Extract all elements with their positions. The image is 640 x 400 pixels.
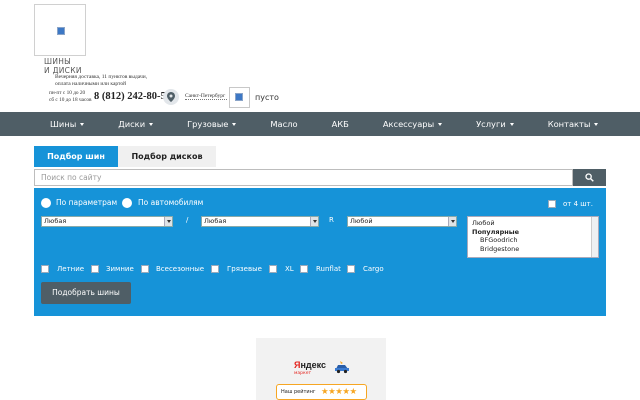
- rating-stars-icon: ★★★★★: [321, 387, 357, 397]
- main-nav: Шины Диски Грузовые Масло АКБ Аксессуары…: [0, 112, 640, 136]
- radio-by-params[interactable]: [41, 198, 51, 208]
- chevron-down-icon: [310, 217, 318, 226]
- broken-image-icon: [57, 27, 65, 35]
- phone-number[interactable]: 8 (812) 242-80-50: [94, 91, 171, 102]
- runflat-label: Runflat: [316, 265, 341, 273]
- city-underline: [185, 99, 227, 100]
- xl-label: XL: [285, 265, 294, 273]
- cart-status[interactable]: пусто: [255, 93, 279, 102]
- radio-by-params-label: По параметрам: [56, 198, 118, 207]
- nav-label: Услуги: [476, 119, 506, 129]
- all-season-checkbox[interactable]: [141, 265, 149, 273]
- yandex-logo: Яндекс: [294, 360, 326, 370]
- radio-by-auto[interactable]: [122, 198, 132, 208]
- mud-label: Грязевые: [227, 265, 262, 273]
- nav-label: АКБ: [331, 119, 349, 129]
- logo-image[interactable]: [34, 4, 86, 56]
- width-select[interactable]: Любая: [41, 216, 173, 227]
- tagline-line-2: оплата наличными или картой: [55, 81, 127, 87]
- qty-checkbox[interactable]: [548, 200, 556, 208]
- nav-item-tires[interactable]: Шины: [33, 112, 101, 136]
- rating-badge: Наш рейтинг ★★★★★: [276, 384, 367, 400]
- tagline: Вечерняя доставка, 11 пунктов выдачи, оп…: [55, 74, 147, 88]
- caret-down-icon: [80, 123, 85, 126]
- nav-label: Контакты: [547, 119, 591, 129]
- tab-tire-selection[interactable]: Подбор шин: [34, 146, 118, 167]
- list-item[interactable]: BFGoodrich: [472, 236, 594, 245]
- width-value: Любая: [44, 217, 67, 225]
- caret-down-icon: [232, 123, 237, 126]
- caret-down-icon: [509, 123, 514, 126]
- yandex-logo-rest: ндекс: [300, 360, 327, 370]
- nav-label: Диски: [118, 119, 146, 129]
- caret-down-icon: [438, 123, 443, 126]
- list-item[interactable]: Bridgestone: [472, 245, 594, 254]
- cart-icon: [235, 93, 243, 101]
- tagline-line-1: Вечерняя доставка, 11 пунктов выдачи,: [55, 74, 148, 80]
- nav-item-services[interactable]: Услуги: [459, 112, 531, 136]
- list-item[interactable]: Любой: [472, 219, 594, 228]
- chevron-down-icon: [448, 217, 456, 226]
- nav-item-contacts[interactable]: Контакты: [531, 112, 616, 136]
- radius-value: Любой: [350, 217, 373, 225]
- nav-item-oil[interactable]: Масло: [253, 112, 314, 136]
- radio-by-auto-label: По автомобилям: [138, 198, 204, 207]
- all-season-label: Всесезонные: [156, 265, 205, 273]
- qty-label: от 4 шт.: [563, 200, 593, 208]
- winter-label: Зимние: [106, 265, 134, 273]
- rating-label: Наш рейтинг: [281, 389, 316, 395]
- runflat-checkbox[interactable]: [300, 265, 308, 273]
- nav-label: Масло: [270, 119, 298, 129]
- brand-listbox[interactable]: Любой Популярные BFGoodrich Bridgestone: [467, 216, 599, 258]
- radius-label: R: [329, 216, 334, 224]
- nav-item-batteries[interactable]: АКБ: [315, 112, 366, 136]
- mud-checkbox[interactable]: [211, 265, 219, 273]
- tab-disc-selection[interactable]: Подбор дисков: [118, 146, 216, 167]
- chevron-down-icon: [164, 217, 172, 226]
- nav-label: Аксессуары: [382, 119, 435, 129]
- cargo-checkbox[interactable]: [347, 265, 355, 273]
- cart-button[interactable]: [229, 87, 250, 108]
- listbox-scrollbar[interactable]: [591, 217, 598, 257]
- map-pin-icon: [167, 92, 175, 102]
- nav-label: Шины: [50, 119, 77, 129]
- search-input[interactable]: [34, 169, 573, 186]
- tire-filter-panel: По параметрам По автомобилям от 4 шт. Лю…: [34, 188, 606, 316]
- height-value: Любая: [204, 217, 227, 225]
- hours-line-1: пн-пт с 10 до 20: [49, 90, 86, 96]
- nav-label: Грузовые: [187, 119, 229, 129]
- hours-line-2: сб с 10 до 18 часов: [49, 97, 92, 103]
- size-separator: /: [186, 216, 189, 224]
- cargo-label: Cargo: [363, 265, 384, 273]
- location-button[interactable]: [163, 89, 179, 105]
- list-group-label: Популярные: [472, 227, 519, 236]
- delivery-car-icon: [335, 361, 349, 374]
- search-icon: [585, 173, 594, 182]
- brand-line-1: ШИНЫ: [44, 57, 72, 66]
- summer-checkbox[interactable]: [41, 265, 49, 273]
- brand-name[interactable]: ШИНЫ И ДИСКИ: [44, 57, 82, 75]
- find-tires-button[interactable]: Подобрать шины: [41, 282, 131, 304]
- nav-item-trucks[interactable]: Грузовые: [170, 112, 253, 136]
- caret-down-icon: [149, 123, 154, 126]
- market-subtitle: маркет: [294, 371, 312, 376]
- working-hours: пн-пт с 10 до 20 сб с 10 до 18 часов: [49, 90, 92, 104]
- search-button[interactable]: [573, 169, 606, 186]
- height-select[interactable]: Любая: [201, 216, 319, 227]
- radius-select[interactable]: Любой: [347, 216, 457, 227]
- yandex-market-widget[interactable]: Яндекс маркет Наш рейтинг ★★★★★: [256, 338, 386, 400]
- nav-item-accessories[interactable]: Аксессуары: [366, 112, 459, 136]
- winter-checkbox[interactable]: [91, 265, 99, 273]
- caret-down-icon: [594, 123, 599, 126]
- xl-checkbox[interactable]: [269, 265, 277, 273]
- nav-item-discs[interactable]: Диски: [101, 112, 170, 136]
- summer-label: Летние: [57, 265, 85, 273]
